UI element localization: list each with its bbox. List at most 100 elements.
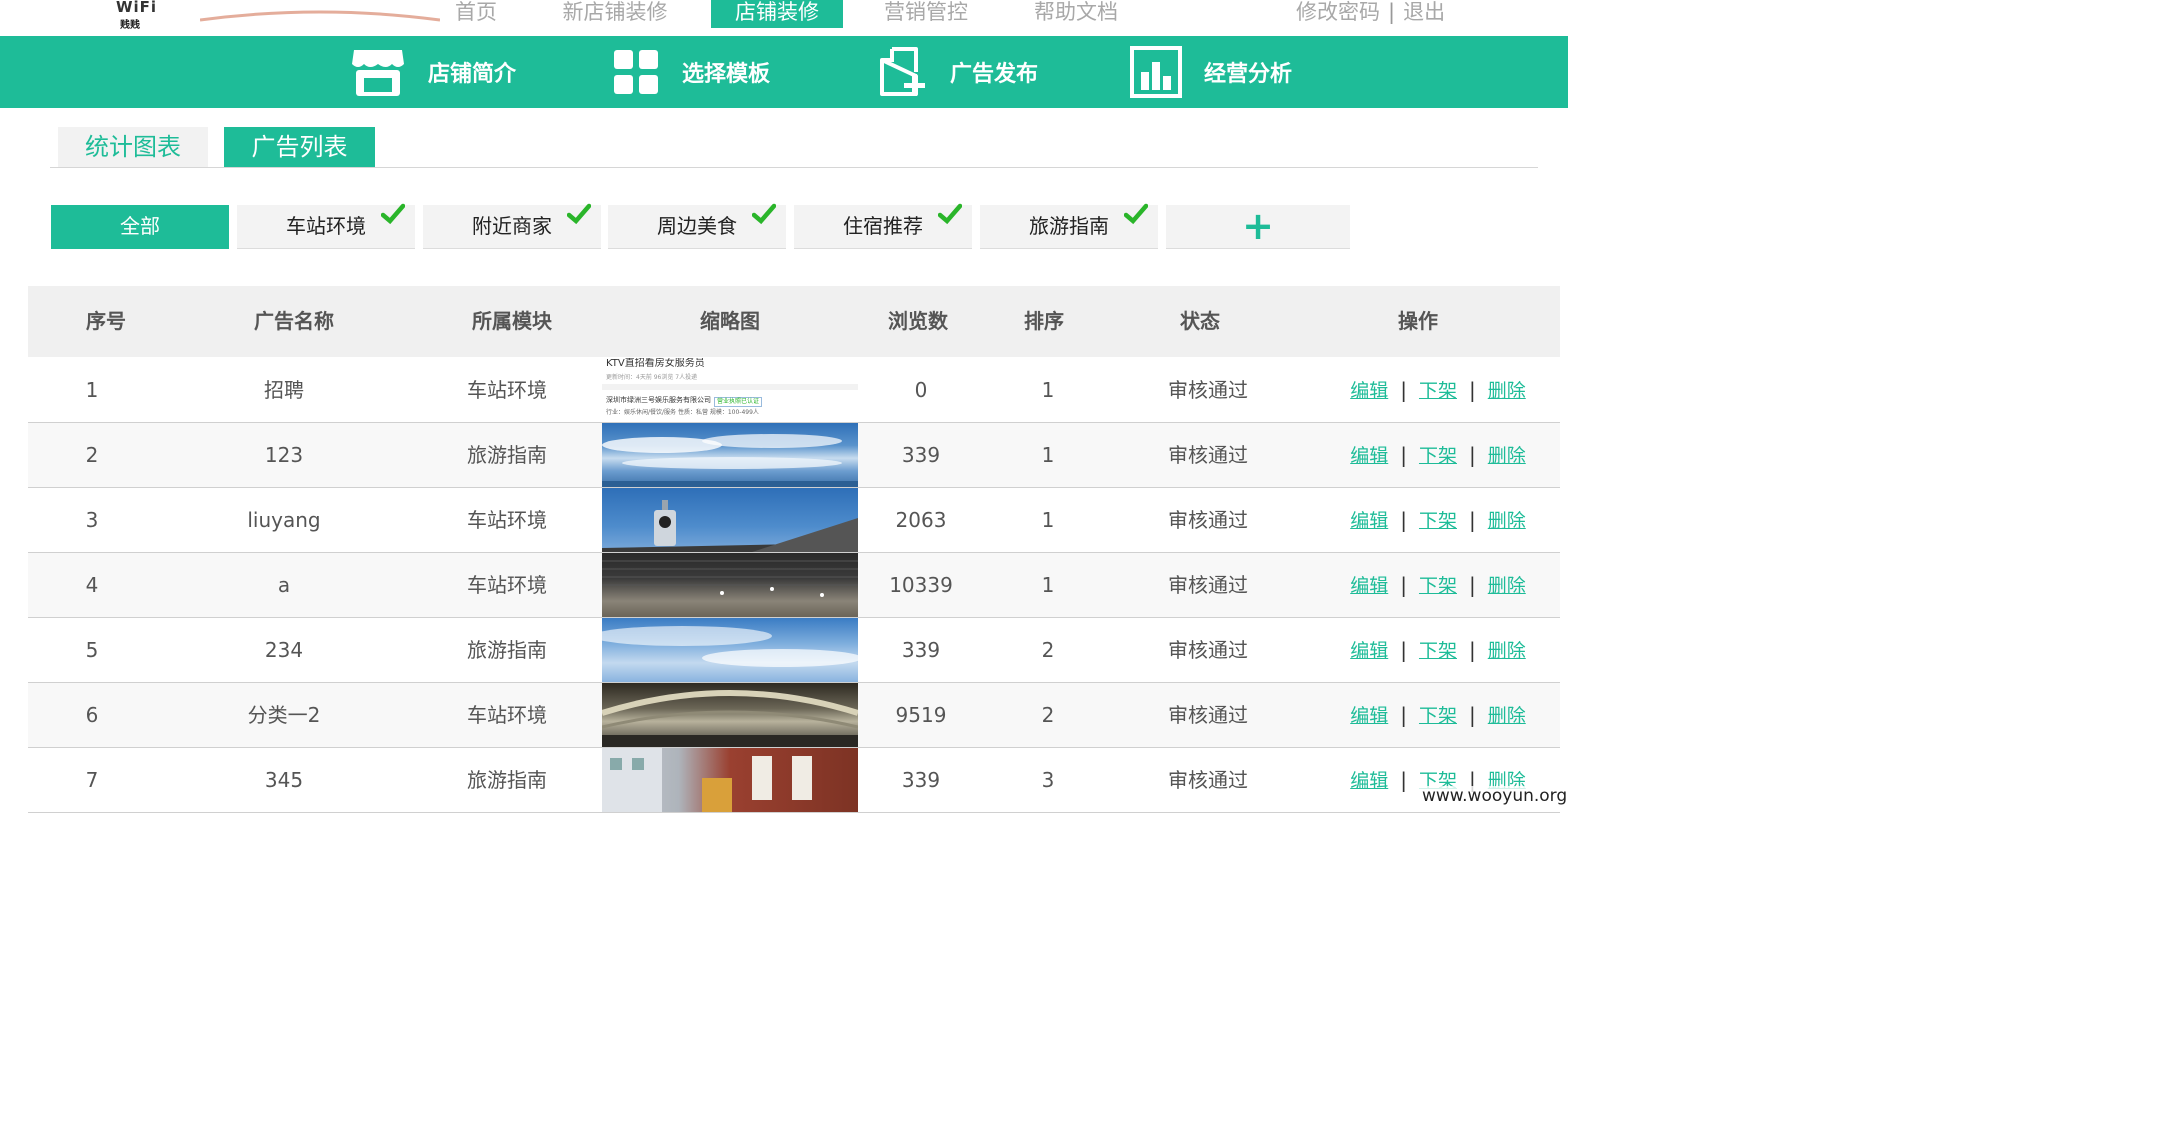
offshelf-link[interactable]: 下架 — [1419, 445, 1457, 467]
separator: | — [1400, 703, 1407, 727]
header-thumbnail: 缩略图 — [700, 309, 760, 333]
checkmark-icon — [567, 203, 591, 225]
cell-module: 车站环境 — [467, 703, 547, 727]
edit-link[interactable]: 编辑 — [1350, 770, 1388, 792]
separator: | — [1388, 0, 1396, 24]
business-analysis-button[interactable]: 经营分析 — [1130, 36, 1292, 108]
category-item[interactable]: 附近商家 — [423, 203, 601, 249]
offshelf-link[interactable]: 下架 — [1419, 380, 1457, 402]
edit-link[interactable]: 编辑 — [1350, 380, 1388, 402]
header-actions: 操作 — [1398, 309, 1438, 333]
nav-marketing[interactable]: 营销管控 — [870, 0, 982, 28]
offshelf-link[interactable]: 下架 — [1419, 705, 1457, 727]
user-links: 修改密码 | 退出 — [1296, 0, 1445, 28]
thumbnail-recruit[interactable]: KTV直招看房女服务员 更新时间：4天前 96浏览 7人投递 深圳市绿洲三号娱乐… — [602, 358, 858, 422]
nav-help-docs[interactable]: 帮助文档 — [1020, 0, 1132, 28]
delete-link[interactable]: 删除 — [1488, 705, 1526, 727]
ad-publish-button[interactable]: 广告发布 — [878, 36, 1038, 108]
cell-actions: 编辑 | 下架 | 删除 — [1338, 618, 1538, 682]
function-bar: 店铺简介 选择模板 广告发布 经营分析 — [0, 36, 1568, 108]
thumbnail-clock-tower[interactable] — [602, 488, 858, 552]
clouds-image — [602, 434, 858, 487]
cell-no: 4 — [85, 573, 99, 597]
table-row: 4 a 车站环境 10339 1 审核通过 编辑 | 下架 | 删除 — [28, 553, 1560, 618]
thumbnail-ceiling[interactable] — [602, 553, 858, 617]
tab-stats-chart[interactable]: 统计图表 — [58, 127, 208, 167]
delete-link[interactable]: 删除 — [1488, 380, 1526, 402]
cell-ad-name: 招聘 — [264, 378, 304, 402]
separator: | — [1400, 378, 1407, 402]
cell-ad-name: 234 — [264, 638, 304, 662]
tab-ad-list[interactable]: 广告列表 — [224, 127, 375, 167]
store-icon — [352, 50, 404, 96]
thumbnail-sky[interactable] — [602, 618, 858, 682]
bar-chart-icon — [1130, 46, 1182, 98]
category-label: 周边美食 — [657, 214, 737, 238]
choose-template-button[interactable]: 选择模板 — [612, 36, 770, 108]
add-document-icon — [880, 47, 925, 96]
separator: | — [1469, 573, 1476, 597]
business-analysis-label: 经营分析 — [1204, 62, 1293, 87]
cell-views: 339 — [901, 638, 941, 662]
header-views: 浏览数 — [888, 309, 948, 333]
delete-link[interactable]: 删除 — [1488, 510, 1526, 532]
header-status: 状态 — [1180, 309, 1220, 333]
offshelf-link[interactable]: 下架 — [1419, 510, 1457, 532]
top-nav: WiFi 贱贱 首页 新店铺装修 店铺装修 营销管控 帮助文档 修改密码 | 退出 — [0, 0, 1568, 36]
cell-status: 审核通过 — [1168, 508, 1248, 532]
separator: | — [1400, 768, 1407, 792]
category-item[interactable]: 旅游指南 — [980, 203, 1158, 249]
change-password-link[interactable]: 修改密码 — [1296, 0, 1380, 24]
thumbnail-brick-building[interactable] — [602, 748, 858, 812]
logout-link[interactable]: 退出 — [1403, 0, 1445, 24]
cell-module: 车站环境 — [467, 573, 547, 597]
recruit-company: 深圳市绿洲三号娱乐服务有限公司 — [606, 396, 711, 404]
category-item[interactable]: 住宿推荐 — [794, 203, 972, 249]
delete-link[interactable]: 删除 — [1488, 445, 1526, 467]
separator: | — [1469, 638, 1476, 662]
cell-actions: 编辑 | 下架 | 删除 — [1338, 358, 1538, 422]
plus-icon: + — [1242, 204, 1274, 248]
cell-views: 0 — [914, 378, 928, 402]
cell-actions: 编辑 | 下架 | 删除 — [1338, 553, 1538, 617]
cell-ad-name: 345 — [264, 768, 304, 792]
separator: | — [1400, 638, 1407, 662]
nav-shop-decoration[interactable]: 店铺装修 — [711, 0, 843, 28]
offshelf-link[interactable]: 下架 — [1419, 640, 1457, 662]
edit-link[interactable]: 编辑 — [1350, 510, 1388, 532]
store-intro-button[interactable]: 店铺简介 — [350, 36, 516, 108]
delete-link[interactable]: 删除 — [1488, 575, 1526, 597]
cell-status: 审核通过 — [1168, 768, 1248, 792]
cell-order: 1 — [1041, 508, 1055, 532]
cell-status: 审核通过 — [1168, 638, 1248, 662]
edit-link[interactable]: 编辑 — [1350, 445, 1388, 467]
cell-status: 审核通过 — [1168, 378, 1248, 402]
delete-link[interactable]: 删除 — [1488, 640, 1526, 662]
cell-module: 车站环境 — [467, 378, 547, 402]
nav-home[interactable]: 首页 — [440, 0, 512, 28]
logo-subtext: 贱贱 — [120, 20, 140, 31]
cell-module: 旅游指南 — [467, 638, 547, 662]
cell-module: 旅游指南 — [467, 768, 547, 792]
header-ad-name: 广告名称 — [254, 309, 334, 333]
thumbnail-station-hall[interactable] — [602, 683, 858, 747]
cell-no: 1 — [85, 378, 99, 402]
add-category-button[interactable]: + — [1166, 205, 1350, 249]
category-item[interactable]: 周边美食 — [608, 203, 786, 249]
cell-order: 3 — [1041, 768, 1055, 792]
table-row: 1 招聘 车站环境 KTV直招看房女服务员 更新时间：4天前 96浏览 7人投递… — [28, 358, 1560, 423]
nav-new-shop-decoration[interactable]: 新店铺装修 — [552, 0, 678, 28]
table-row: 7 345 旅游指南 339 3 审核通过 编辑 | 下架 | 删除 — [28, 748, 1560, 813]
cell-order: 1 — [1041, 378, 1055, 402]
cell-no: 3 — [85, 508, 99, 532]
thumbnail-sky[interactable] — [602, 423, 858, 487]
edit-link[interactable]: 编辑 — [1350, 705, 1388, 727]
table-row: 5 234 旅游指南 339 2 审核通过 编辑 | 下架 | 删除 — [28, 618, 1560, 683]
category-all[interactable]: 全部 — [51, 205, 229, 249]
cell-views: 10339 — [889, 573, 953, 597]
cell-order: 1 — [1041, 573, 1055, 597]
offshelf-link[interactable]: 下架 — [1419, 575, 1457, 597]
edit-link[interactable]: 编辑 — [1350, 640, 1388, 662]
edit-link[interactable]: 编辑 — [1350, 575, 1388, 597]
category-item[interactable]: 车站环境 — [237, 203, 415, 249]
